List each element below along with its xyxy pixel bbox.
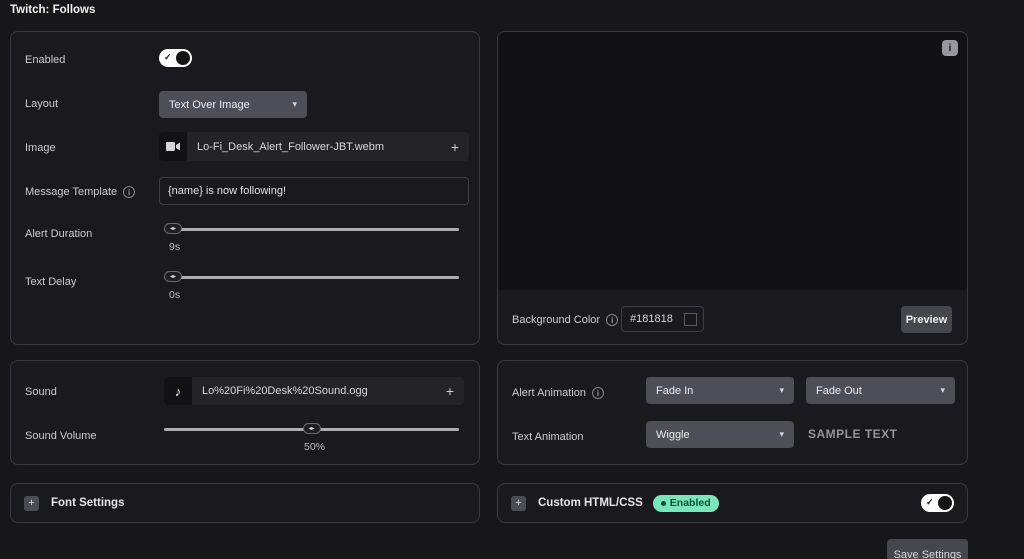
- badge-dot: [661, 501, 666, 506]
- chevron-down-icon: ▾: [779, 429, 784, 440]
- alert-settings-card: Enabled ✓ Layout Text Over Image ▾ Image…: [10, 31, 480, 345]
- info-icon[interactable]: i: [942, 40, 958, 56]
- layout-dropdown[interactable]: Text Over Image ▾: [159, 91, 307, 118]
- background-color-value: #181818: [630, 313, 684, 325]
- layout-label: Layout: [25, 98, 58, 110]
- check-icon: ✓: [926, 498, 934, 507]
- sound-card: Sound ♪ Lo%20Fi%20Desk%20Sound.ogg + Sou…: [10, 360, 480, 465]
- chevron-down-icon: ▾: [940, 385, 945, 396]
- enabled-status-badge: Enabled: [653, 495, 719, 512]
- animation-in-value: Fade In: [656, 385, 771, 397]
- animation-card: Alert Animation i Fade In ▾ Fade Out ▾ T…: [497, 360, 968, 465]
- slider-arrows-icon: ◂▸: [308, 426, 314, 432]
- custom-html-toggle[interactable]: ✓: [921, 494, 954, 512]
- sound-label: Sound: [25, 386, 57, 398]
- image-file-name: Lo-Fi_Desk_Alert_Follower-JBT.webm: [197, 141, 384, 153]
- message-template-input[interactable]: [159, 177, 469, 205]
- text-delay-value: 0s: [169, 289, 180, 301]
- page-title: Twitch: Follows: [10, 4, 95, 16]
- toggle-knob: [176, 51, 190, 65]
- expand-icon[interactable]: +: [511, 496, 526, 511]
- badge-label: Enabled: [670, 497, 711, 509]
- sample-text-preview: SAMPLE TEXT: [808, 427, 898, 441]
- sound-volume-label: Sound Volume: [25, 430, 97, 442]
- info-icon[interactable]: i: [592, 387, 604, 399]
- image-label: Image: [25, 142, 56, 154]
- message-template-label-text: Message Template: [25, 186, 117, 198]
- alert-duration-label: Alert Duration: [25, 228, 92, 240]
- slider-handle[interactable]: ◂▸: [303, 423, 321, 434]
- slider-arrows-icon: ◂▸: [170, 274, 176, 280]
- info-icon[interactable]: i: [606, 314, 618, 326]
- slider-handle[interactable]: ◂▸: [164, 271, 182, 282]
- slider-arrows-icon: ◂▸: [170, 226, 176, 232]
- background-color-label-text: Background Color: [512, 314, 600, 326]
- text-animation-label: Text Animation: [512, 431, 584, 443]
- font-settings-label: Font Settings: [51, 497, 124, 509]
- font-settings-accordion[interactable]: + Font Settings: [10, 483, 480, 523]
- enabled-label: Enabled: [25, 54, 65, 66]
- chevron-down-icon: ▾: [292, 99, 297, 110]
- text-animation-value: Wiggle: [656, 429, 771, 441]
- video-icon: [159, 132, 187, 161]
- animation-out-value: Fade Out: [816, 385, 932, 397]
- image-file-input[interactable]: Lo-Fi_Desk_Alert_Follower-JBT.webm +: [159, 132, 469, 161]
- sound-volume-value: 50%: [304, 441, 325, 453]
- alert-duration-value: 9s: [169, 241, 180, 253]
- save-settings-button[interactable]: Save Settings: [887, 539, 968, 559]
- background-color-input[interactable]: #181818: [621, 306, 704, 332]
- text-delay-label: Text Delay: [25, 276, 76, 288]
- image-add-button[interactable]: +: [441, 139, 469, 155]
- sound-add-button[interactable]: +: [436, 383, 464, 399]
- sound-file-name: Lo%20Fi%20Desk%20Sound.ogg: [202, 385, 368, 397]
- animation-in-dropdown[interactable]: Fade In ▾: [646, 377, 794, 404]
- preview-card: i Background Color i #181818 Preview: [497, 31, 968, 345]
- music-note-icon: ♪: [164, 377, 192, 405]
- background-color-label: Background Color i: [512, 314, 618, 326]
- custom-html-label: Custom HTML/CSS: [538, 497, 643, 509]
- layout-dropdown-value: Text Over Image: [169, 99, 284, 111]
- toggle-knob: [938, 496, 952, 510]
- alert-animation-label-text: Alert Animation: [512, 387, 586, 399]
- preview-button[interactable]: Preview: [901, 306, 952, 333]
- custom-html-accordion[interactable]: + Custom HTML/CSS Enabled ✓: [497, 483, 968, 523]
- sound-volume-slider[interactable]: ◂▸: [164, 423, 459, 435]
- sound-file-input[interactable]: ♪ Lo%20Fi%20Desk%20Sound.ogg +: [164, 377, 464, 405]
- color-swatch[interactable]: [684, 313, 697, 326]
- slider-track[interactable]: [164, 228, 459, 231]
- expand-icon[interactable]: +: [24, 496, 39, 511]
- info-icon[interactable]: i: [123, 186, 135, 198]
- animation-out-dropdown[interactable]: Fade Out ▾: [806, 377, 955, 404]
- alert-preview-area: i: [498, 32, 967, 290]
- alert-settings-page: Twitch: Follows Enabled ✓ Layout Text Ov…: [0, 0, 1024, 559]
- check-icon: ✓: [164, 53, 172, 62]
- text-animation-dropdown[interactable]: Wiggle ▾: [646, 421, 794, 448]
- slider-handle[interactable]: ◂▸: [164, 223, 182, 234]
- chevron-down-icon: ▾: [779, 385, 784, 396]
- alert-duration-slider[interactable]: ◂▸: [164, 223, 459, 235]
- enabled-toggle[interactable]: ✓: [159, 49, 192, 67]
- message-template-label: Message Template i: [25, 186, 135, 198]
- alert-animation-label: Alert Animation i: [512, 387, 604, 399]
- slider-track[interactable]: [164, 276, 459, 279]
- text-delay-slider[interactable]: ◂▸: [164, 271, 459, 283]
